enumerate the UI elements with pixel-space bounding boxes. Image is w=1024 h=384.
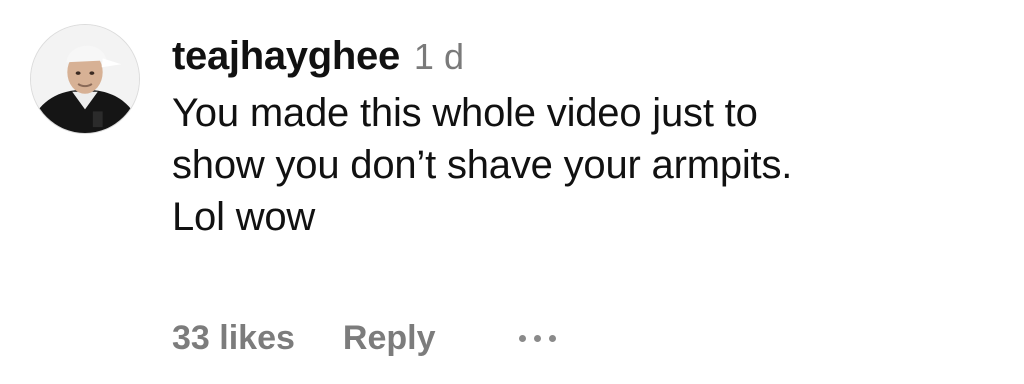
avatar[interactable] [30,24,140,134]
dot-icon [534,334,542,342]
comment-actions: 33 likes Reply [172,316,557,360]
comment-time: 1 d [413,36,464,77]
more-options-icon[interactable] [519,316,557,360]
comment: teajhayghee 1 d You made this whole vide… [0,0,1024,384]
reply-button[interactable]: Reply [343,316,436,360]
dot-icon [549,334,557,342]
comment-header: teajhayghee 1 d [172,30,992,83]
comment-content: teajhayghee 1 d You made this whole vide… [172,30,992,243]
username-link[interactable]: teajhayghee [172,30,400,82]
comment-text: You made this whole video just to show y… [172,91,793,239]
user-avatar-photo [31,25,139,133]
dot-icon [519,334,527,342]
likes-count-button[interactable]: 33 likes [172,316,295,360]
